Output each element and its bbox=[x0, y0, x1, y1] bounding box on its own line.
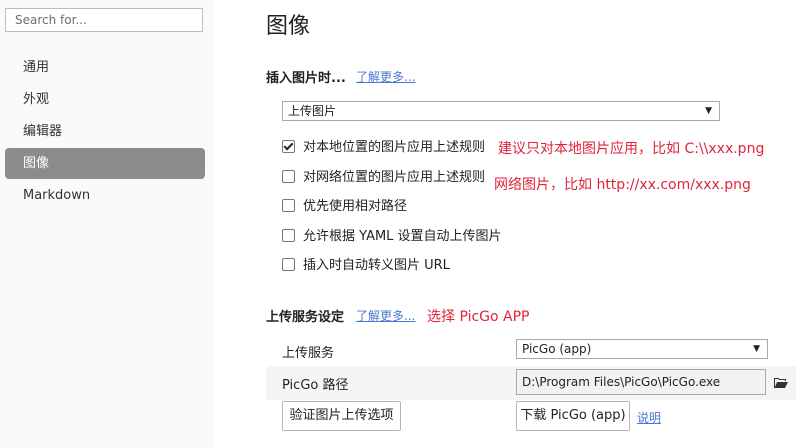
option-relative-path[interactable]: 优先使用相对路径 bbox=[282, 199, 407, 215]
chevron-down-icon: ▼ bbox=[753, 344, 760, 354]
sidebar-item-image[interactable]: 图像 bbox=[5, 148, 205, 179]
upload-section-heading: 上传服务设定 bbox=[266, 310, 345, 325]
checkbox-yaml-upload[interactable] bbox=[282, 229, 295, 242]
insert-learn-more-link[interactable]: 了解更多... bbox=[356, 68, 415, 85]
sidebar-item-appearance[interactable]: 外观 bbox=[5, 84, 205, 115]
sidebar: 通用 外观 编辑器 图像 Markdown bbox=[0, 0, 214, 448]
search-input[interactable] bbox=[5, 8, 203, 32]
insert-action-select[interactable]: 上传图片 ▼ bbox=[282, 101, 720, 121]
option-label: 对网络位置的图片应用上述规则 bbox=[303, 170, 486, 185]
upload-service-select[interactable]: PicGo (app) ▼ bbox=[516, 339, 768, 359]
folder-icon[interactable] bbox=[774, 374, 788, 393]
option-web-rule[interactable]: 对网络位置的图片应用上述规则 bbox=[282, 170, 485, 186]
verify-upload-button[interactable]: 验证图片上传选项 bbox=[282, 401, 401, 431]
annotation-local: 建议只对本地图片应用，比如 C:\\xxx.png bbox=[498, 141, 765, 157]
picgo-path-label: PicGo 路径 bbox=[282, 378, 349, 393]
option-yaml-upload[interactable]: 允许根据 YAML 设置自动上传图片 bbox=[282, 229, 502, 245]
sidebar-item-editor[interactable]: 编辑器 bbox=[5, 116, 205, 147]
option-label: 允许根据 YAML 设置自动上传图片 bbox=[303, 229, 502, 244]
checkbox-escape-url[interactable] bbox=[282, 258, 295, 271]
option-escape-url[interactable]: 插入时自动转义图片 URL bbox=[282, 258, 450, 274]
option-label: 插入时自动转义图片 URL bbox=[303, 258, 450, 273]
insert-action-value: 上传图片 bbox=[288, 104, 337, 118]
checkbox-web-rule[interactable] bbox=[282, 170, 295, 183]
chevron-down-icon: ▼ bbox=[705, 106, 712, 116]
sidebar-item-general[interactable]: 通用 bbox=[5, 52, 205, 83]
annotation-picgo: 选择 PicGo APP bbox=[427, 309, 530, 325]
checkbox-local-rule[interactable] bbox=[282, 140, 295, 153]
option-label: 对本地位置的图片应用上述规则 bbox=[303, 140, 486, 155]
sidebar-item-markdown[interactable]: Markdown bbox=[5, 180, 205, 211]
download-picgo-button[interactable]: 下载 PicGo (app) bbox=[516, 401, 630, 431]
checkbox-relative-path[interactable] bbox=[282, 199, 295, 212]
annotation-web: 网络图片，比如 http://xx.com/xxx.png bbox=[494, 177, 751, 193]
page-title: 图像 bbox=[266, 14, 311, 39]
picgo-path-input[interactable]: D:\Program Files\PicGo\PicGo.exe bbox=[516, 369, 766, 395]
upload-service-label: 上传服务 bbox=[282, 346, 335, 361]
option-label: 优先使用相对路径 bbox=[303, 199, 408, 214]
insert-section-heading: 插入图片时... bbox=[266, 71, 346, 86]
option-local-rule[interactable]: 对本地位置的图片应用上述规则 bbox=[282, 140, 485, 156]
upload-service-value: PicGo (app) bbox=[522, 342, 592, 356]
explain-link[interactable]: 说明 bbox=[637, 409, 661, 426]
upload-learn-more-link[interactable]: 了解更多... bbox=[356, 307, 415, 324]
settings-panel: 图像 插入图片时... 了解更多... 上传图片 ▼ 对本地位置的图片应用上述规… bbox=[214, 0, 796, 448]
